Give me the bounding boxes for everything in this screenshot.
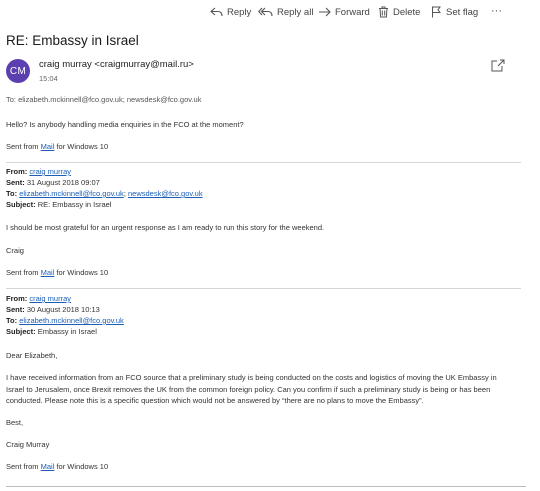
divider (6, 162, 521, 163)
quote1-to: To: elizabeth.mckinnell@fco.gov.uk; news… (6, 189, 203, 198)
quote1-signoff: Craig (6, 246, 24, 255)
quote2-body: I have received information from an FCO … (6, 373, 497, 405)
mail-link[interactable]: Mail (41, 142, 55, 151)
sent-label: Sent: (6, 178, 25, 187)
avatar[interactable]: CM (6, 59, 30, 83)
to-link-1[interactable]: elizabeth.mckinnell@fco.gov.uk (19, 189, 124, 198)
popout-button[interactable] (491, 59, 505, 77)
mail-link[interactable]: Mail (41, 462, 55, 471)
subject-value: RE: Embassy in Israel (37, 200, 112, 209)
message-subject: RE: Embassy in Israel (6, 33, 139, 48)
more-button[interactable]: ··· (491, 3, 502, 19)
quote2-name: Craig Murray (6, 440, 50, 449)
subject-value: Embassy in Israel (37, 327, 97, 336)
to-link-2[interactable]: newsdesk@fco.gov.uk (128, 189, 203, 198)
reply-all-label: Reply all (277, 6, 314, 18)
forward-label: Forward (335, 6, 370, 18)
popout-icon (491, 59, 505, 72)
quote2-signature: Sent from Mail for Windows 10 (6, 462, 108, 471)
sent-value: 31 August 2018 09:07 (26, 178, 100, 187)
set-flag-button[interactable]: Set flag (431, 4, 478, 20)
avatar-initials: CM (9, 65, 27, 77)
quote2-subject: Subject: Embassy in Israel (6, 327, 97, 336)
mail-link[interactable]: Mail (41, 268, 55, 277)
signature-suffix: for Windows 10 (54, 142, 109, 151)
divider (6, 288, 521, 289)
quote1-from: From: craig murray (6, 167, 71, 176)
signature-prefix: Sent from (6, 462, 41, 471)
forward-icon (319, 7, 331, 17)
to-label: To: (6, 189, 18, 198)
reply-all-button[interactable]: Reply all (258, 4, 313, 20)
toolbar: Reply Reply all Forward Delete Set flag … (0, 0, 540, 24)
delete-button[interactable]: Delete (378, 4, 420, 20)
from-link[interactable]: craig murray (29, 167, 71, 176)
quote1-body: I should be most grateful for an urgent … (6, 223, 325, 232)
quote2-closing: Best, (6, 418, 24, 427)
from-label: From: (6, 294, 28, 303)
flag-icon (432, 6, 441, 18)
reply-button[interactable]: Reply (210, 4, 251, 20)
quote2-greeting: Dear Elizabeth, (6, 351, 58, 360)
reply-label: Reply (227, 6, 252, 18)
signature-suffix: for Windows 10 (54, 268, 109, 277)
from-link[interactable]: craig murray (29, 294, 71, 303)
sent-value: 30 August 2018 10:13 (26, 305, 100, 314)
from-label: From: (6, 167, 28, 176)
signature-prefix: Sent from (6, 268, 41, 277)
timestamp: 15:04 (39, 74, 58, 83)
body-line: Hello? Is anybody handling media enquiri… (6, 120, 244, 129)
sent-label: Sent: (6, 305, 25, 314)
quote1-subject: Subject: RE: Embassy in Israel (6, 200, 111, 209)
sender[interactable]: craig murray <craigmurray@mail.ru> (39, 59, 194, 70)
quote2-sent: Sent: 30 August 2018 10:13 (6, 305, 100, 314)
quote2-from: From: craig murray (6, 294, 71, 303)
to-label: To: (6, 316, 18, 325)
to-link[interactable]: elizabeth.mckinnell@fco.gov.uk (19, 316, 124, 325)
forward-button[interactable]: Forward (318, 4, 370, 20)
signature-suffix: for Windows 10 (54, 462, 109, 471)
quote1-sent: Sent: 31 August 2018 09:07 (6, 178, 100, 187)
trash-icon (379, 6, 388, 18)
reply-icon (210, 7, 223, 17)
more-dots-icon: ··· (491, 5, 502, 17)
reply-all-icon (258, 7, 273, 17)
bottom-divider (6, 486, 526, 487)
subject-label: Subject: (6, 200, 36, 209)
signature: Sent from Mail for Windows 10 (6, 142, 108, 151)
quote2-to: To: elizabeth.mckinnell@fco.gov.uk (6, 316, 124, 325)
recipients-line: To: elizabeth.mckinnell@fco.gov.uk; news… (6, 95, 202, 104)
delete-label: Delete (393, 6, 421, 18)
signature-prefix: Sent from (6, 142, 41, 151)
quote1-signature: Sent from Mail for Windows 10 (6, 268, 108, 277)
subject-label: Subject: (6, 327, 36, 336)
set-flag-label: Set flag (446, 6, 479, 18)
